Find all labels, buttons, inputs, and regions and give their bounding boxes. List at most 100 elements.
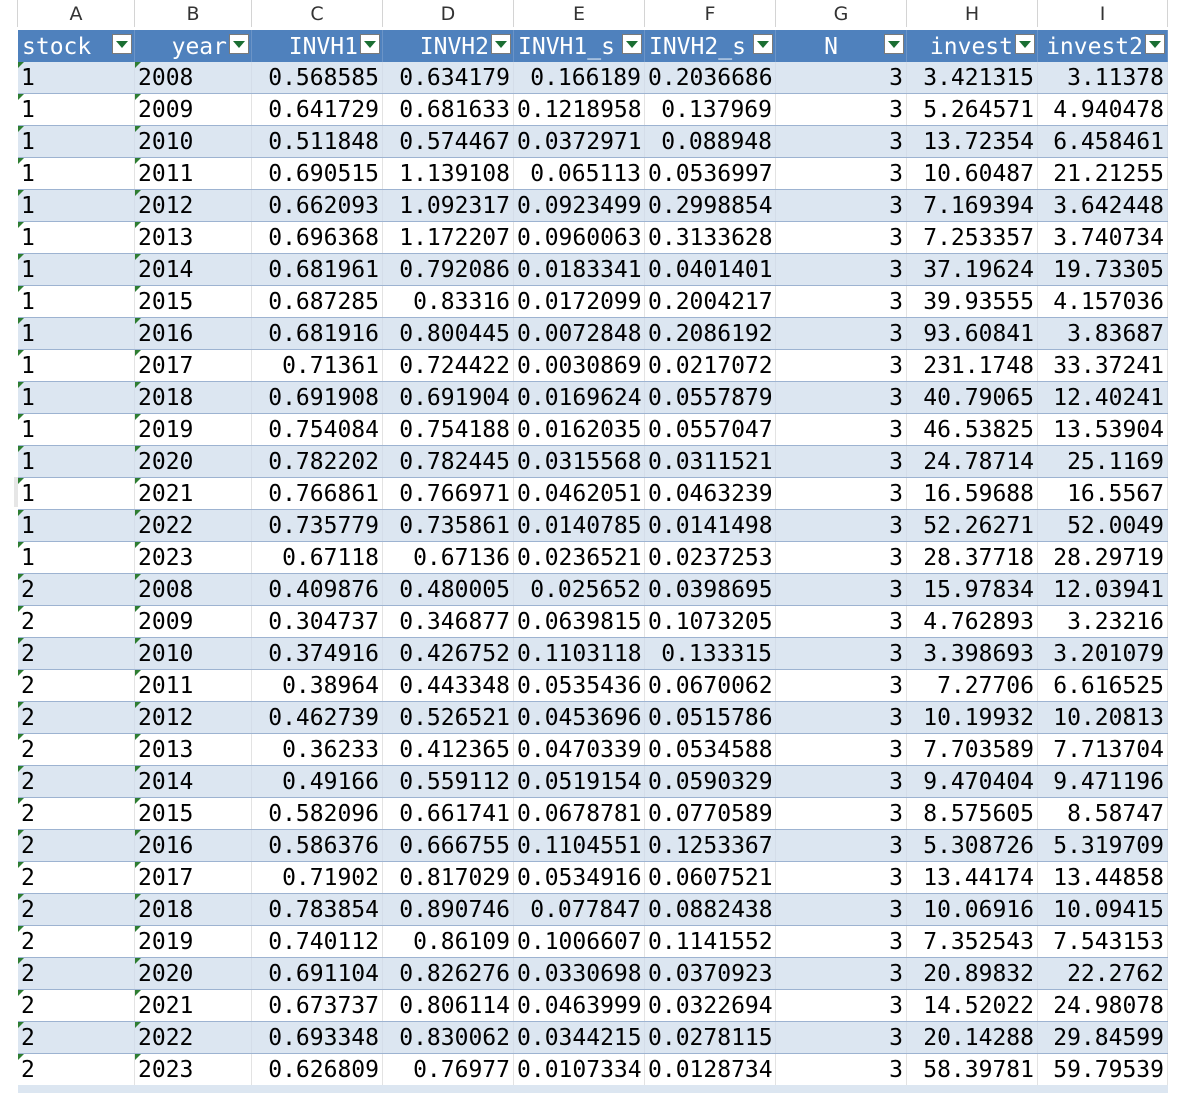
cell-year[interactable]: 2013 xyxy=(135,222,252,253)
cell-invh1[interactable]: 0.754084 xyxy=(252,414,383,445)
cell-invh1-s[interactable]: 0.077847 xyxy=(514,894,645,925)
cell-n[interactable]: 3 xyxy=(776,734,907,765)
cell-invest[interactable]: 13.72354 xyxy=(907,126,1038,157)
cell-invh1[interactable]: 0.49166 xyxy=(252,766,383,797)
cell-invest[interactable]: 7.169394 xyxy=(907,190,1038,221)
cell-stock[interactable]: 2 xyxy=(18,734,135,765)
cell-invh2-s[interactable]: 0.2998854 xyxy=(645,190,776,221)
column-header-b[interactable]: B xyxy=(135,0,252,27)
cell-invh1-s[interactable]: 0.0183341 xyxy=(514,254,645,285)
cell-year[interactable]: 2022 xyxy=(135,1022,252,1053)
cell-invh2-s[interactable]: 0.1073205 xyxy=(645,606,776,637)
cell-stock[interactable]: 2 xyxy=(18,894,135,925)
cell-invest[interactable]: 3.398693 xyxy=(907,638,1038,669)
cell-invh1[interactable]: 0.735779 xyxy=(252,510,383,541)
cell-invest2[interactable]: 4.940478 xyxy=(1038,94,1168,125)
cell-invest[interactable]: 93.60841 xyxy=(907,318,1038,349)
cell-stock[interactable]: 2 xyxy=(18,670,135,701)
cell-invh1-s[interactable]: 0.0639815 xyxy=(514,606,645,637)
cell-invh2-s[interactable]: 0.0322694 xyxy=(645,990,776,1021)
cell-invh1[interactable]: 0.36233 xyxy=(252,734,383,765)
filter-dropdown-icon[interactable] xyxy=(229,34,249,54)
column-header-e[interactable]: E xyxy=(514,0,645,27)
cell-invh2-s[interactable]: 0.0770589 xyxy=(645,798,776,829)
cell-year[interactable]: 2011 xyxy=(135,158,252,189)
cell-invest2[interactable]: 59.79539 xyxy=(1038,1054,1168,1085)
cell-invh2[interactable]: 0.826276 xyxy=(383,958,514,989)
cell-invh1-s[interactable]: 0.065113 xyxy=(514,158,645,189)
cell-invest[interactable]: 14.52022 xyxy=(907,990,1038,1021)
header-cell-invest2[interactable]: invest2 xyxy=(1038,30,1168,62)
cell-invh2-s[interactable]: 0.0557879 xyxy=(645,382,776,413)
cell-invest[interactable]: 7.253357 xyxy=(907,222,1038,253)
cell-year[interactable]: 2014 xyxy=(135,254,252,285)
cell-n[interactable]: 3 xyxy=(776,254,907,285)
cell-stock[interactable]: 2 xyxy=(18,574,135,605)
cell-invest2[interactable]: 3.23216 xyxy=(1038,606,1168,637)
cell-stock[interactable]: 2 xyxy=(18,990,135,1021)
cell-invh1[interactable]: 0.374916 xyxy=(252,638,383,669)
cell-invh2-s[interactable]: 0.0534588 xyxy=(645,734,776,765)
cell-n[interactable]: 3 xyxy=(776,1022,907,1053)
cell-n[interactable]: 3 xyxy=(776,318,907,349)
header-cell-year[interactable]: year xyxy=(135,30,252,62)
column-header-f[interactable]: F xyxy=(645,0,776,27)
cell-invh1[interactable]: 0.696368 xyxy=(252,222,383,253)
cell-invh1[interactable]: 0.662093 xyxy=(252,190,383,221)
column-header-g[interactable]: G xyxy=(776,0,907,27)
cell-invest[interactable]: 10.19932 xyxy=(907,702,1038,733)
cell-invh2-s[interactable]: 0.2004217 xyxy=(645,286,776,317)
column-header-c[interactable]: C xyxy=(252,0,383,27)
filter-dropdown-icon[interactable] xyxy=(360,34,380,54)
cell-stock[interactable]: 2 xyxy=(18,798,135,829)
cell-invest2[interactable]: 22.2762 xyxy=(1038,958,1168,989)
cell-invh1-s[interactable]: 0.0330698 xyxy=(514,958,645,989)
cell-invest2[interactable]: 52.0049 xyxy=(1038,510,1168,541)
cell-invh2[interactable]: 0.800445 xyxy=(383,318,514,349)
cell-invh2-s[interactable]: 0.0557047 xyxy=(645,414,776,445)
cell-invest2[interactable]: 12.40241 xyxy=(1038,382,1168,413)
cell-invh2[interactable]: 0.830062 xyxy=(383,1022,514,1053)
cell-invh1-s[interactable]: 0.0140785 xyxy=(514,510,645,541)
cell-invh2[interactable]: 0.661741 xyxy=(383,798,514,829)
cell-invh2-s[interactable]: 0.0217072 xyxy=(645,350,776,381)
cell-invh1[interactable]: 0.71361 xyxy=(252,350,383,381)
cell-stock[interactable]: 2 xyxy=(18,926,135,957)
header-cell-invest[interactable]: invest xyxy=(907,30,1038,62)
cell-invh2[interactable]: 0.480005 xyxy=(383,574,514,605)
cell-n[interactable]: 3 xyxy=(776,606,907,637)
cell-invh2-s[interactable]: 0.2086192 xyxy=(645,318,776,349)
cell-invest2[interactable]: 5.319709 xyxy=(1038,830,1168,861)
cell-invest[interactable]: 40.79065 xyxy=(907,382,1038,413)
cell-year[interactable]: 2015 xyxy=(135,798,252,829)
cell-n[interactable]: 3 xyxy=(776,798,907,829)
cell-invest[interactable]: 20.89832 xyxy=(907,958,1038,989)
cell-invh1-s[interactable]: 0.0372971 xyxy=(514,126,645,157)
cell-invh2-s[interactable]: 0.0141498 xyxy=(645,510,776,541)
cell-invest2[interactable]: 12.03941 xyxy=(1038,574,1168,605)
cell-year[interactable]: 2017 xyxy=(135,862,252,893)
cell-invh2-s[interactable]: 0.137969 xyxy=(645,94,776,125)
cell-year[interactable]: 2011 xyxy=(135,670,252,701)
cell-invh2[interactable]: 0.634179 xyxy=(383,62,514,93)
cell-n[interactable]: 3 xyxy=(776,382,907,413)
cell-stock[interactable]: 1 xyxy=(18,190,135,221)
cell-stock[interactable]: 1 xyxy=(18,446,135,477)
cell-invh1[interactable]: 0.38964 xyxy=(252,670,383,701)
cell-invest2[interactable]: 33.37241 xyxy=(1038,350,1168,381)
cell-invh2-s[interactable]: 0.0590329 xyxy=(645,766,776,797)
cell-invh2-s[interactable]: 0.2036686 xyxy=(645,62,776,93)
cell-invh1-s[interactable]: 0.1006607 xyxy=(514,926,645,957)
cell-year[interactable]: 2022 xyxy=(135,510,252,541)
cell-year[interactable]: 2014 xyxy=(135,766,252,797)
cell-stock[interactable]: 2 xyxy=(18,702,135,733)
cell-invh1-s[interactable]: 0.0519154 xyxy=(514,766,645,797)
cell-invest2[interactable]: 9.471196 xyxy=(1038,766,1168,797)
cell-invh1-s[interactable]: 0.0315568 xyxy=(514,446,645,477)
cell-invh1-s[interactable]: 0.0470339 xyxy=(514,734,645,765)
cell-invh1[interactable]: 0.582096 xyxy=(252,798,383,829)
cell-invh1[interactable]: 0.782202 xyxy=(252,446,383,477)
cell-invest[interactable]: 5.264571 xyxy=(907,94,1038,125)
cell-invest2[interactable]: 25.1169 xyxy=(1038,446,1168,477)
cell-year[interactable]: 2015 xyxy=(135,286,252,317)
